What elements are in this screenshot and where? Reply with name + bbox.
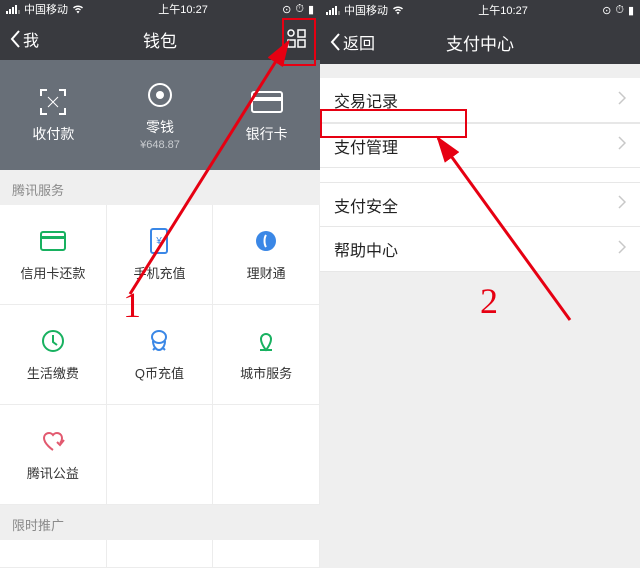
section-promo: 限时推广 <box>0 505 320 540</box>
bank-card-label: 银行卡 <box>246 124 288 144</box>
service-credit[interactable]: 信用卡还款 <box>0 205 107 305</box>
clock-label: 上午10:27 <box>158 1 208 17</box>
signal-icon <box>326 6 340 15</box>
grid-icon <box>286 28 308 50</box>
balance-button[interactable]: 零钱 ¥648.87 <box>107 60 214 170</box>
service-label: 腾讯公益 <box>27 463 79 482</box>
scan-icon <box>38 86 68 118</box>
services-grid: 信用卡还款 ¥ 手机充值 理财通生活缴费 Q币充值 城市服务腾讯公益 <box>0 205 320 505</box>
qcoin-icon <box>147 327 171 355</box>
balance-label: 零钱 <box>146 117 174 137</box>
chevron-left-icon <box>10 30 21 48</box>
service-recharge[interactable]: ¥ 手机充值 <box>107 205 214 305</box>
payment-center-screen: 中国移动 上午10:27 ⊙ ⏱ ▮ 返回 支付中心 交易记录支付管理支付安全帮… <box>320 0 640 568</box>
back-label: 我 <box>23 27 39 51</box>
service-label: 手机充值 <box>133 263 185 282</box>
service-label: 生活缴费 <box>27 363 79 382</box>
credit-icon <box>40 227 66 255</box>
service-charity[interactable]: 腾讯公益 <box>0 405 107 505</box>
chevron-left-icon <box>330 33 341 51</box>
menu-item-0[interactable]: 交易记录 <box>320 78 640 123</box>
coin-icon <box>146 79 174 111</box>
life-icon <box>41 327 65 355</box>
wifi-icon <box>72 3 84 15</box>
recharge-icon: ¥ <box>150 227 168 255</box>
pay-receive-button[interactable]: 收付款 <box>0 60 107 170</box>
menu-item-label: 交易记录 <box>334 88 398 112</box>
back-label: 返回 <box>343 30 375 54</box>
carrier-label: 中国移动 <box>24 1 68 17</box>
back-button[interactable]: 我 <box>10 27 39 51</box>
alarm-icon-2: ⏱ <box>615 4 624 17</box>
wallet-top-actions: 收付款 零钱 ¥648.87 银行卡 <box>0 60 320 170</box>
empty-cell <box>213 405 320 505</box>
alarm-icon-2: ⏱ <box>295 3 304 16</box>
svg-text:¥: ¥ <box>156 236 163 247</box>
service-label: 信用卡还款 <box>20 263 85 282</box>
service-label: 城市服务 <box>240 363 292 382</box>
service-qcoin[interactable]: Q币充值 <box>107 305 214 405</box>
promo-grid-truncated <box>0 540 320 568</box>
bank-card-button[interactable]: 银行卡 <box>213 60 320 170</box>
service-label: 理财通 <box>247 263 286 282</box>
chevron-right-icon <box>618 136 626 155</box>
alarm-icon: ⊙ <box>282 3 291 16</box>
status-bar: 中国移动 上午10:27 ⊙ ⏱ ▮ <box>320 0 640 20</box>
empty-cell <box>107 405 214 505</box>
section-tencent-services: 腾讯服务 <box>0 170 320 205</box>
nav-bar: 我 钱包 <box>0 19 320 60</box>
card-icon <box>251 86 283 118</box>
service-city[interactable]: 城市服务 <box>213 305 320 405</box>
service-licaitong[interactable]: 理财通 <box>213 205 320 305</box>
pay-receive-label: 收付款 <box>32 124 74 144</box>
battery-icon: ▮ <box>308 3 314 16</box>
menu-item-label: 支付管理 <box>334 134 398 158</box>
balance-amount: ¥648.87 <box>140 139 180 151</box>
menu-item-3[interactable]: 帮助中心 <box>320 227 640 272</box>
page-title: 钱包 <box>0 27 320 52</box>
battery-icon: ▮ <box>628 4 634 17</box>
nav-bar: 返回 支付中心 <box>320 20 640 64</box>
chevron-right-icon <box>618 195 626 214</box>
wallet-screen: 中国移动 上午10:27 ⊙ ⏱ ▮ 我 钱包 <box>0 0 320 568</box>
chevron-right-icon <box>618 91 626 110</box>
wifi-icon <box>392 4 404 16</box>
charity-icon <box>40 427 66 455</box>
menu-item-1[interactable]: 支付管理 <box>320 123 640 168</box>
menu-item-2[interactable]: 支付安全 <box>320 182 640 227</box>
service-label: Q币充值 <box>135 363 184 382</box>
status-bar: 中国移动 上午10:27 ⊙ ⏱ ▮ <box>0 0 320 19</box>
chevron-right-icon <box>618 240 626 259</box>
settings-menu: 交易记录支付管理支付安全帮助中心 <box>320 78 640 272</box>
service-life[interactable]: 生活缴费 <box>0 305 107 405</box>
menu-item-label: 支付安全 <box>334 193 398 217</box>
back-button[interactable]: 返回 <box>330 30 375 54</box>
grid-menu-button[interactable] <box>284 26 310 52</box>
licaitong-icon <box>254 227 278 255</box>
clock-label: 上午10:27 <box>478 2 528 18</box>
menu-item-label: 帮助中心 <box>334 237 398 261</box>
carrier-label: 中国移动 <box>344 2 388 18</box>
city-icon <box>254 327 278 355</box>
signal-icon <box>6 5 20 14</box>
alarm-icon: ⊙ <box>602 4 611 17</box>
